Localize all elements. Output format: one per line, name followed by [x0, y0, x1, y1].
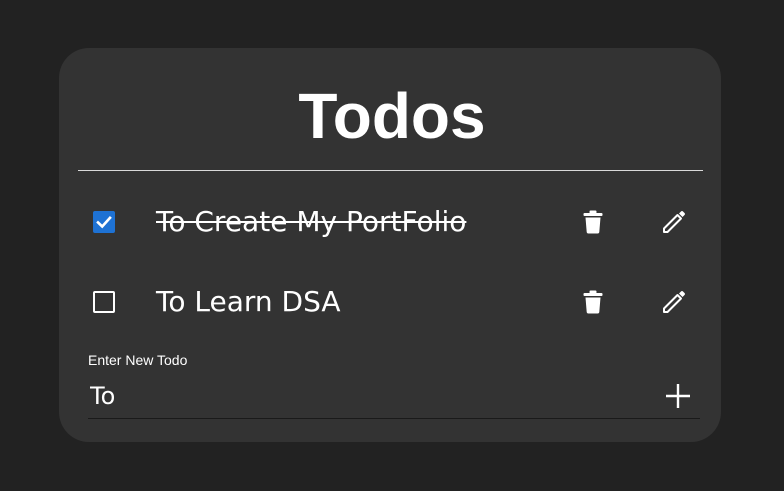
todo-checkbox-unchecked[interactable]	[93, 291, 115, 313]
todo-item: To Create My PortFolio	[0, 192, 784, 252]
trash-icon	[583, 210, 603, 234]
trash-icon	[583, 290, 603, 314]
delete-button[interactable]	[579, 288, 607, 316]
todo-item: To Learn DSA	[0, 272, 784, 332]
todo-text: To Learn DSA	[156, 285, 341, 318]
pencil-icon	[663, 211, 685, 233]
new-todo-label: Enter New Todo	[88, 352, 188, 368]
check-icon	[96, 215, 112, 229]
edit-button[interactable]	[660, 288, 688, 316]
delete-button[interactable]	[579, 208, 607, 236]
title-divider	[78, 170, 703, 171]
new-todo-input[interactable]	[88, 378, 650, 414]
plus-icon	[666, 384, 690, 408]
add-todo-button[interactable]	[664, 382, 692, 410]
input-underline	[88, 418, 700, 419]
todo-checkbox-checked[interactable]	[93, 211, 115, 233]
todo-text: To Create My PortFolio	[156, 205, 467, 238]
page-title: Todos	[298, 80, 486, 152]
pencil-icon	[663, 291, 685, 313]
edit-button[interactable]	[660, 208, 688, 236]
